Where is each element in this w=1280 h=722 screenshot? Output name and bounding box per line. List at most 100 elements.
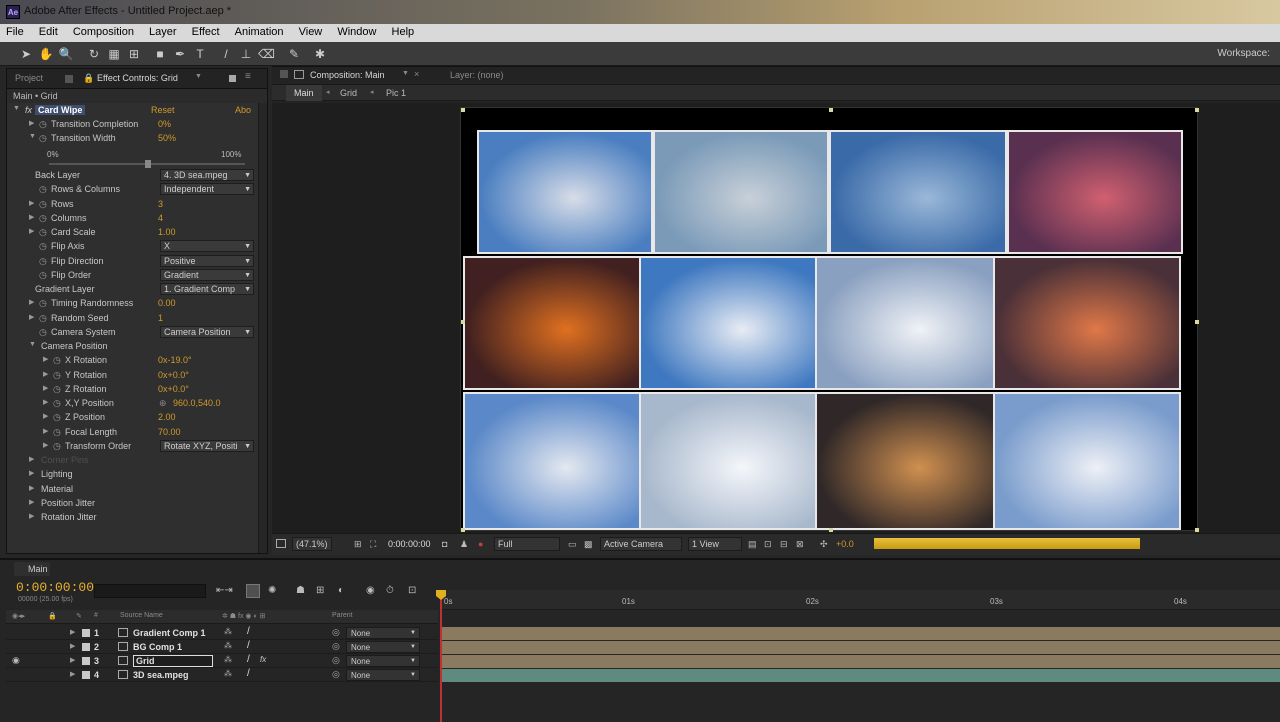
effect-row-value[interactable]: 50%: [158, 133, 176, 143]
effect-row-value[interactable]: 3: [158, 199, 163, 209]
stopwatch-icon[interactable]: ◷: [53, 398, 61, 409]
menu-composition[interactable]: Composition: [67, 24, 140, 38]
auto-keyframe-icon[interactable]: ⏱: [386, 585, 394, 596]
expand-triangle-icon[interactable]: ▶: [29, 455, 34, 463]
expand-triangle-icon[interactable]: ▶: [29, 227, 34, 235]
expand-triangle-icon[interactable]: ▶: [43, 412, 48, 420]
parent-dropdown[interactable]: None: [346, 641, 420, 653]
exposure-icon[interactable]: ✣: [820, 539, 828, 550]
effect-row-dropdown[interactable]: Positive: [160, 255, 254, 267]
stopwatch-icon[interactable]: ◷: [39, 313, 47, 324]
timeline-icon[interactable]: ⊟: [780, 539, 788, 550]
layer-search-input[interactable]: [94, 584, 206, 598]
layer-name[interactable]: 3D sea.mpeg: [133, 670, 189, 680]
rectangle-tool-icon[interactable]: ■: [152, 46, 168, 62]
composition-canvas[interactable]: [460, 107, 1199, 532]
pick-whip-icon[interactable]: ◎: [332, 627, 340, 638]
stopwatch-icon[interactable]: ◷: [39, 184, 47, 195]
effect-row-gradient-layer[interactable]: Gradient Layer 1. Gradient Comp: [7, 283, 259, 297]
selection-tool-icon[interactable]: ➤: [18, 46, 34, 62]
stopwatch-icon[interactable]: ◷: [53, 441, 61, 452]
effect-row-value[interactable]: 960.0,540.0: [173, 398, 221, 408]
reset-link[interactable]: Reset: [151, 105, 175, 115]
composition-viewer[interactable]: [272, 103, 1280, 533]
transition-width-slider[interactable]: [49, 160, 245, 168]
effect-row-value[interactable]: 0x+0.0°: [158, 370, 189, 380]
region-icon[interactable]: ▭: [568, 539, 577, 550]
effect-row-rotation-jitter[interactable]: ▶ Rotation Jitter: [7, 511, 259, 525]
expand-triangle-icon[interactable]: ▶: [29, 298, 34, 306]
about-link[interactable]: Abo: [235, 105, 251, 115]
stopwatch-icon[interactable]: ◷: [53, 412, 61, 423]
tab-effect-controls[interactable]: Effect Controls: Grid: [97, 73, 178, 83]
stopwatch-icon[interactable]: ◷: [53, 384, 61, 395]
timeline-tab-main[interactable]: Main: [14, 562, 50, 576]
effect-name[interactable]: Card Wipe: [35, 105, 86, 115]
effect-row-columns[interactable]: ▶ ◷ Columns 4: [7, 212, 259, 226]
effect-row-value[interactable]: 70.00: [158, 427, 181, 437]
current-time-display[interactable]: 0:00:00:00: [388, 539, 431, 549]
pick-whip-icon[interactable]: ◎: [332, 669, 340, 680]
stopwatch-icon[interactable]: ◷: [39, 327, 47, 338]
effect-row-flip-axis[interactable]: ◷ Flip Axis X: [7, 240, 259, 254]
menu-effect[interactable]: Effect: [186, 24, 226, 38]
collapse-triangle-icon[interactable]: ▼: [29, 133, 36, 140]
comp-lock-icon[interactable]: [280, 70, 288, 78]
layer-label-color[interactable]: [82, 629, 90, 637]
menu-edit[interactable]: Edit: [33, 24, 64, 38]
expand-triangle-icon[interactable]: ▶: [29, 484, 34, 492]
effect-row-material[interactable]: ▶ Material: [7, 483, 259, 497]
expand-triangle-icon[interactable]: ▶: [43, 441, 48, 449]
layer-bounding-handle[interactable]: [461, 320, 465, 324]
tab-project[interactable]: Project: [15, 73, 43, 83]
layer-bounding-handle[interactable]: [1195, 320, 1199, 324]
effect-row-camera-position[interactable]: ▼ Camera Position: [7, 340, 259, 354]
effect-row-camera-system[interactable]: ◷ Camera System Camera Position: [7, 326, 259, 340]
channel-color-icon[interactable]: ●: [478, 539, 483, 549]
expand-triangle-icon[interactable]: ▶: [43, 427, 48, 435]
layer-duration-bar[interactable]: [442, 641, 1280, 654]
comp-mini-flowchart-icon[interactable]: ⇤⇥: [216, 585, 233, 596]
close-tab-icon[interactable]: ×: [414, 69, 419, 79]
stopwatch-icon[interactable]: ◷: [39, 213, 47, 224]
always-preview-icon[interactable]: [276, 539, 286, 548]
menu-layer[interactable]: Layer: [143, 24, 183, 38]
grid-guides-icon[interactable]: ⊞: [354, 539, 362, 550]
layer-bounding-handle[interactable]: [829, 108, 833, 112]
collapse-transform-icon[interactable]: ⁂: [224, 627, 232, 636]
effect-row-card-scale[interactable]: ▶ ◷ Card Scale 1.00: [7, 226, 259, 240]
exposure-value[interactable]: +0.0: [836, 539, 854, 549]
effect-row-y-rotation[interactable]: ▶ ◷ Y Rotation 0x+0.0°: [7, 369, 259, 383]
type-tool-icon[interactable]: T: [192, 46, 208, 62]
effect-row-random-seed[interactable]: ▶ ◷ Random Seed 1: [7, 312, 259, 326]
tab-composition-main[interactable]: Composition: Main: [310, 70, 385, 80]
effect-row-value[interactable]: 0%: [158, 119, 171, 129]
eraser-tool-icon[interactable]: ⌫: [258, 46, 275, 62]
stopwatch-icon[interactable]: ◷: [39, 256, 47, 267]
nav-main[interactable]: Main: [286, 85, 322, 101]
effect-row-rows-columns[interactable]: ◷ Rows & Columns Independent: [7, 183, 259, 197]
time-ruler[interactable]: 0s 01s 02s 03s 04s: [442, 590, 1280, 610]
layer-label-color[interactable]: [82, 671, 90, 679]
snapshot-camera-icon[interactable]: ◘: [442, 539, 447, 549]
close-panel-icon[interactable]: [229, 75, 236, 82]
effect-row-value[interactable]: 0x-19.0°: [158, 355, 192, 365]
effect-row-dropdown[interactable]: X: [160, 240, 254, 252]
expand-triangle-icon[interactable]: ▶: [29, 313, 34, 321]
layer-row[interactable]: ▶ 2 BG Comp 1 ⁂ / ◎ None: [6, 640, 438, 654]
layer-bounding-handle[interactable]: [829, 528, 833, 532]
workspace-label[interactable]: Workspace:: [1217, 48, 1270, 59]
effect-row-value[interactable]: 1.00: [158, 227, 176, 237]
flowchart-icon[interactable]: ⊠: [796, 539, 804, 550]
expand-triangle-icon[interactable]: ▶: [70, 656, 75, 664]
brush-tool-icon[interactable]: /: [218, 46, 234, 62]
pick-whip-icon[interactable]: ◎: [332, 641, 340, 652]
stopwatch-icon[interactable]: ◷: [39, 199, 47, 210]
lock-icon[interactable]: 🔒: [83, 73, 94, 84]
menu-window[interactable]: Window: [331, 24, 382, 38]
expand-triangle-icon[interactable]: ▶: [29, 213, 34, 221]
menu-file[interactable]: File: [0, 24, 30, 38]
effect-row-value[interactable]: 0.00: [158, 298, 176, 308]
stopwatch-icon[interactable]: ◷: [39, 133, 47, 144]
show-snapshot-icon[interactable]: ♟: [460, 539, 468, 550]
